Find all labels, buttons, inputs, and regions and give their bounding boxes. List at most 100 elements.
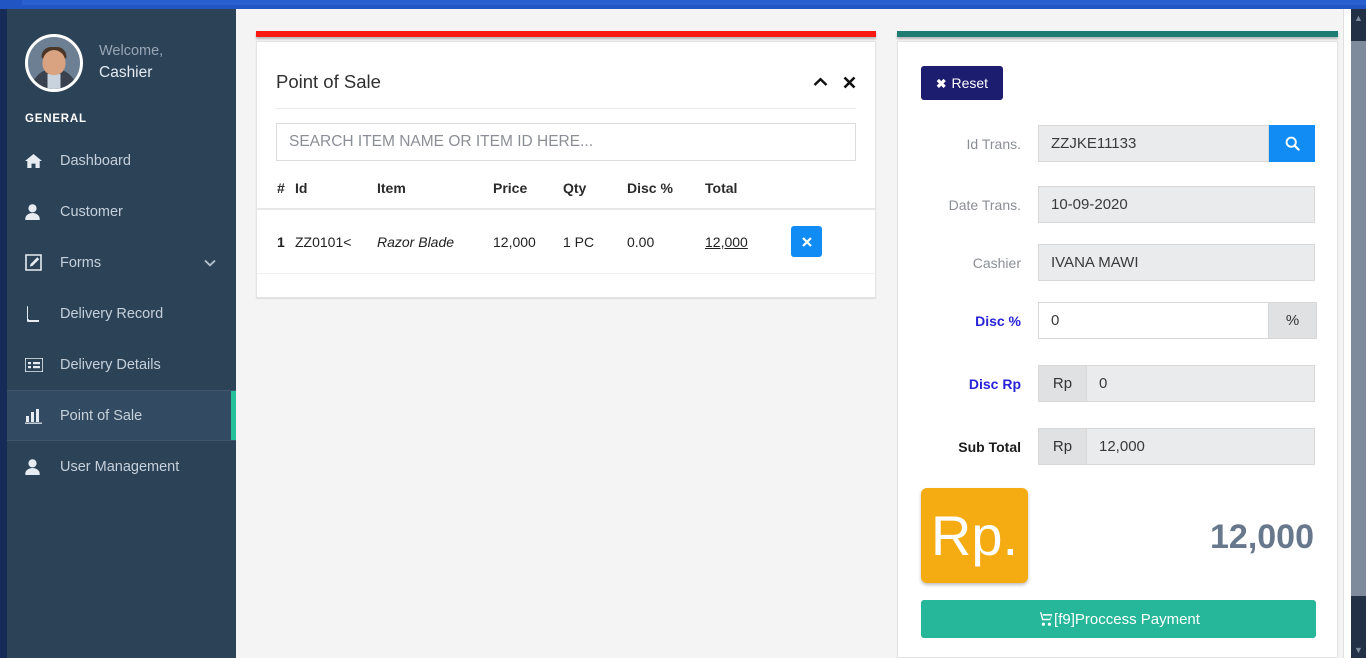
column-header-disc: Disc %	[627, 172, 705, 210]
rp-addon: Rp	[1038, 428, 1086, 465]
browser-top-strip	[0, 0, 1366, 9]
table-row: 1 ZZ0101< Razor Blade 12,000 1 PC 0.00 1…	[257, 209, 875, 274]
welcome-greeting: Welcome,	[99, 43, 164, 60]
cart-table-header-row: # Id Item Price Qty Disc % Total	[257, 172, 875, 210]
rp-addon: Rp	[1038, 365, 1086, 402]
sidebar-item-user-management[interactable]: User Management	[7, 441, 236, 492]
welcome-block: Welcome, Cashier	[99, 41, 163, 84]
sidebar-item-forms[interactable]: Forms	[7, 237, 236, 288]
cell-price: 12,000	[493, 209, 563, 274]
pos-card-header: Point of Sale	[257, 42, 875, 100]
field-control-disc-rp: Rp 0	[1038, 365, 1315, 402]
field-label-id-trans: Id Trans.	[966, 135, 1021, 152]
field-control-cashier: IVANA MAWI	[1038, 244, 1315, 281]
reset-button[interactable]: ✖ Reset	[921, 66, 1004, 100]
pos-card-accent-bar	[256, 31, 876, 37]
pos-card-title: Point of Sale	[276, 71, 381, 92]
column-header-total: Total	[705, 172, 791, 210]
cell-qty: 1 PC	[563, 209, 627, 274]
sidebar-item-label: Customer	[60, 203, 123, 220]
cell-discount: 0.00	[627, 209, 705, 274]
field-row-date-trans: Date Trans. 10-09-2020	[898, 186, 1337, 223]
field-control-id-trans: ZZJKE11133	[1038, 125, 1315, 162]
field-label-sub-total: Sub Total	[958, 438, 1021, 455]
list-icon	[25, 357, 49, 372]
sub-total-input: 12,000	[1086, 428, 1315, 465]
user-icon	[25, 458, 49, 475]
scrollbar-thumb[interactable]	[1351, 41, 1366, 596]
sidebar-item-label: Delivery Record	[60, 305, 164, 322]
reset-button-label: Reset	[951, 75, 989, 91]
field-label-disc-percent: Disc %	[975, 312, 1021, 329]
left-navy-rail	[0, 9, 7, 658]
sidebar-item-delivery-details[interactable]: Delivery Details	[7, 339, 236, 390]
sidebar-item-dashboard[interactable]: Dashboard	[7, 135, 236, 186]
column-header-num: #	[257, 172, 295, 210]
book-icon	[25, 305, 49, 322]
id-trans-input[interactable]: ZZJKE11133	[1038, 125, 1269, 162]
vertical-scrollbar[interactable]: ▲ ▼	[1351, 9, 1366, 658]
column-header-qty: Qty	[563, 172, 627, 210]
pos-card-header-actions	[813, 76, 856, 89]
chevron-up-icon[interactable]	[813, 77, 828, 87]
sidebar-item-label: Point of Sale	[60, 407, 143, 424]
browser-top-strip-inner	[22, 0, 1366, 5]
field-label-date-trans: Date Trans.	[948, 196, 1021, 213]
grand-total-amount: 12,000	[1210, 518, 1314, 556]
sidebar-item-label: Delivery Details	[60, 356, 161, 373]
close-icon[interactable]	[843, 76, 856, 89]
percent-addon: %	[1269, 302, 1317, 339]
profile-block: Welcome, Cashier	[7, 9, 236, 99]
disc-rp-input[interactable]: 0	[1086, 365, 1315, 402]
column-header-actions	[791, 172, 875, 210]
sidebar-item-label: User Management	[60, 458, 180, 475]
sidebar-item-customer[interactable]: Customer	[7, 186, 236, 237]
column-header-price: Price	[493, 172, 563, 210]
cell-row-number: 1	[257, 209, 295, 274]
disc-percent-input[interactable]: 0	[1038, 302, 1269, 339]
avatar	[25, 34, 83, 92]
sidebar-item-label: Forms	[60, 254, 102, 271]
sidebar-item-label: Dashboard	[60, 152, 131, 169]
field-label-disc-rp: Disc Rp	[968, 375, 1021, 392]
cashier-input[interactable]: IVANA MAWI	[1038, 244, 1315, 281]
shopping-cart-icon	[1037, 612, 1053, 626]
welcome-username: Cashier	[99, 64, 153, 82]
payment-card-accent-bar	[897, 31, 1338, 37]
sidebar-item-delivery-record[interactable]: Delivery Record	[7, 288, 236, 339]
field-control-sub-total: Rp 12,000	[1038, 428, 1315, 465]
field-row-disc-percent: Disc % 0 %	[898, 302, 1337, 339]
cell-item-name: Razor Blade	[377, 209, 493, 274]
chevron-down-icon[interactable]	[204, 255, 216, 270]
cell-actions	[791, 209, 875, 274]
home-icon	[25, 153, 49, 169]
cell-total: 12,000	[705, 209, 791, 274]
date-trans-input[interactable]: 10-09-2020	[1038, 186, 1315, 223]
close-icon: ✖	[936, 77, 947, 91]
column-header-id: Id	[295, 172, 377, 210]
column-header-item: Item	[377, 172, 493, 210]
process-payment-button[interactable]: [f9]Proccess Payment	[921, 600, 1316, 638]
page-right-edge	[1343, 9, 1351, 658]
sidebar-section-title: GENERAL	[25, 113, 87, 125]
search-input[interactable]	[276, 123, 856, 161]
scroll-up-arrow-icon[interactable]: ▲	[1351, 9, 1366, 26]
field-row-id-trans: Id Trans. ZZJKE11133	[898, 125, 1337, 162]
process-payment-label: [f9]Proccess Payment	[1054, 610, 1200, 628]
field-control-disc-percent: 0 %	[1038, 302, 1317, 339]
field-row-sub-total: Sub Total Rp 12,000	[898, 428, 1337, 465]
edit-square-icon	[25, 254, 49, 271]
cell-item-id: ZZ0101<	[295, 209, 377, 274]
user-icon	[25, 203, 49, 220]
search-icon[interactable]	[1269, 125, 1315, 162]
field-row-cashier: Cashier IVANA MAWI	[898, 244, 1337, 281]
payment-card: ✖ Reset Id Trans. ZZJKE11133 Date Trans. …	[897, 41, 1338, 658]
sidebar-item-point-of-sale[interactable]: Point of Sale	[7, 390, 236, 441]
main-content: Point of Sale # Id Item Price	[236, 9, 1358, 658]
cart-table: # Id Item Price Qty Disc % Total 1 ZZ010…	[257, 172, 875, 274]
delete-row-button[interactable]	[791, 226, 822, 257]
scroll-down-arrow-icon[interactable]: ▼	[1351, 641, 1366, 658]
field-label-cashier: Cashier	[972, 254, 1021, 271]
pos-card: Point of Sale # Id Item Price	[256, 41, 876, 298]
bar-chart-icon	[25, 408, 49, 424]
